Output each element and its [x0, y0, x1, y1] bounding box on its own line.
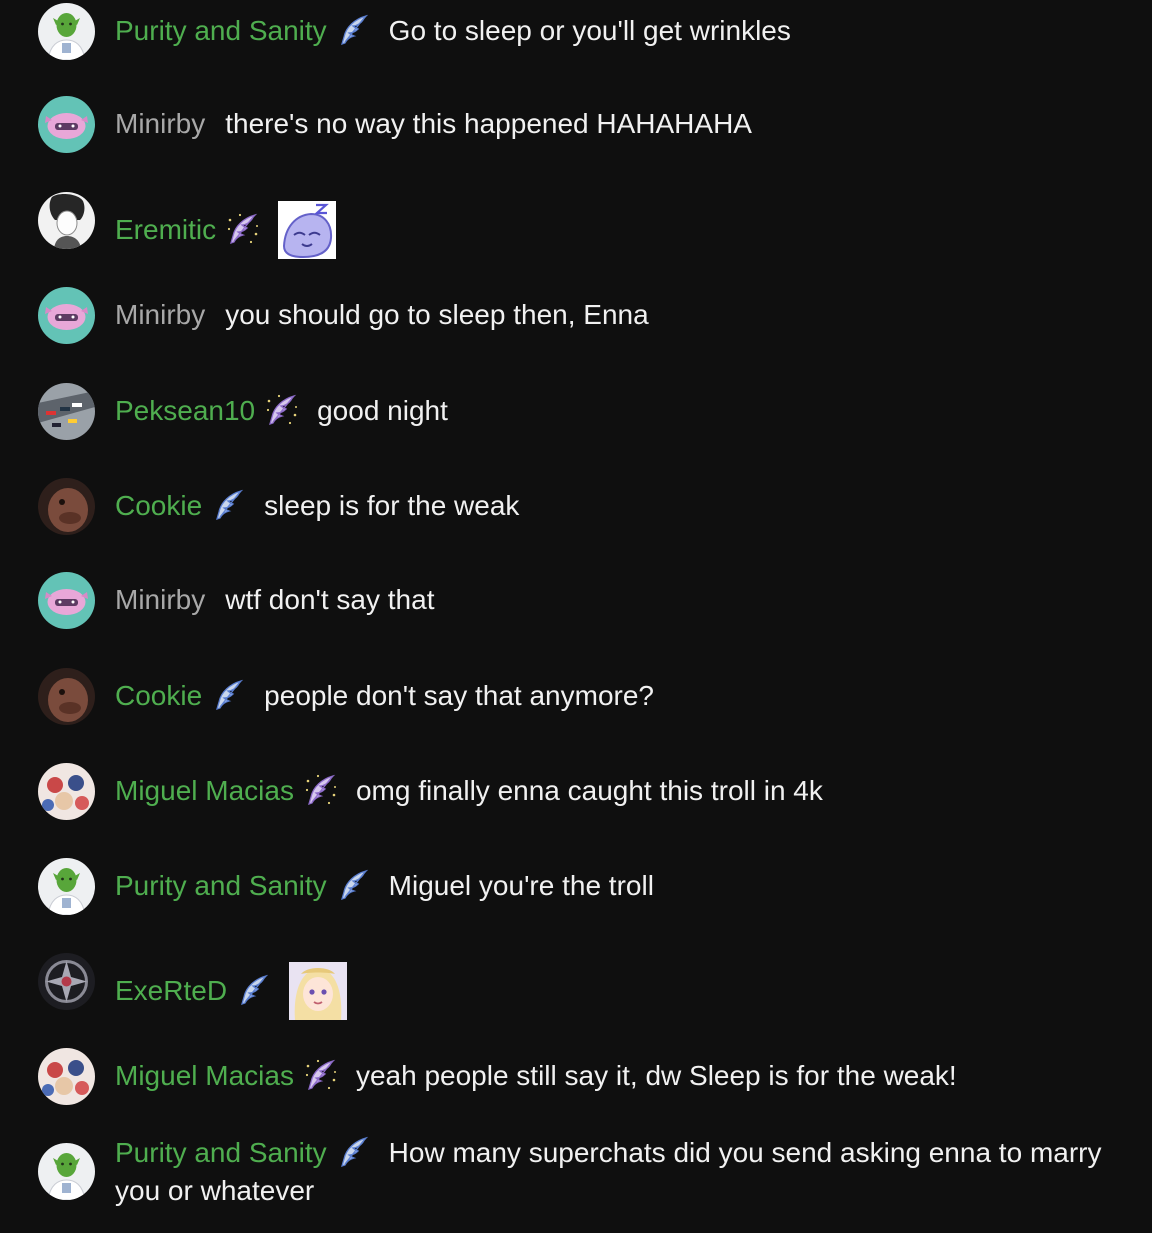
sleepy-emote [278, 201, 337, 259]
member-sparkle-feather-icon [304, 1058, 338, 1092]
member-feather-icon [337, 1135, 371, 1169]
green-character-avatar[interactable] [38, 1143, 95, 1200]
author-name[interactable]: Purity and Sanity [115, 870, 327, 901]
author-name[interactable]: Cookie [115, 680, 202, 711]
pink-axolotl-avatar[interactable] [38, 287, 95, 344]
manga-portrait-avatar[interactable] [38, 192, 95, 249]
author-name[interactable]: Purity and Sanity [115, 1137, 327, 1168]
dark-emblem-avatar[interactable] [38, 953, 95, 1010]
message-text: you should go to sleep then, Enna [225, 299, 649, 330]
chat-message[interactable]: Cookie people don't say that anymore? [38, 668, 1112, 725]
race-cars-avatar[interactable] [38, 383, 95, 440]
author-name[interactable]: Minirby [115, 584, 205, 615]
message-text: Miguel you're the troll [388, 870, 654, 901]
green-character-avatar[interactable] [38, 3, 95, 60]
chat-message[interactable]: Minirby there's no way this happened HAHA… [38, 96, 1112, 153]
author-name[interactable]: Minirby [115, 299, 205, 330]
message-text: there's no way this happened HAHAHAHA [225, 108, 752, 139]
chat-message[interactable]: Miguel Macias yeah people still say it, d… [38, 1048, 1112, 1105]
author-name[interactable]: Peksean10 [115, 395, 255, 426]
member-sparkle-feather-icon [226, 212, 260, 246]
author-name[interactable]: Cookie [115, 490, 202, 521]
author-name[interactable]: Eremitic [115, 214, 216, 245]
chat-message[interactable]: Eremitic [38, 192, 1112, 259]
chat-message[interactable]: Minirby wtf don't say that [38, 572, 1112, 629]
chat-message[interactable]: Cookie sleep is for the weak [38, 478, 1112, 535]
pink-axolotl-avatar[interactable] [38, 572, 95, 629]
blonde-girl-emote [289, 962, 348, 1020]
pink-axolotl-avatar[interactable] [38, 96, 95, 153]
author-name[interactable]: Purity and Sanity [115, 15, 327, 46]
anime-group-avatar[interactable] [38, 1048, 95, 1105]
message-text: people don't say that anymore? [264, 680, 654, 711]
chat-message[interactable]: Purity and Sanity Miguel you're the troll [38, 858, 1112, 915]
message-text: wtf don't say that [225, 584, 435, 615]
live-chat: Purity and Sanity Go to sleep or you'll g… [0, 0, 1152, 1233]
message-text: sleep is for the weak [264, 490, 520, 521]
author-name[interactable]: Miguel Macias [115, 1060, 294, 1091]
member-feather-icon [237, 973, 271, 1007]
member-sparkle-feather-icon [304, 773, 338, 807]
chat-message[interactable]: Purity and Sanity Go to sleep or you'll g… [38, 3, 1112, 60]
author-name[interactable]: ExeRteD [115, 975, 227, 1006]
chat-message[interactable]: ExeRteD [38, 953, 1112, 1020]
member-sparkle-feather-icon [265, 393, 299, 427]
message-text: omg finally enna caught this troll in 4k [355, 775, 823, 806]
author-name[interactable]: Miguel Macias [115, 775, 294, 806]
member-feather-icon [212, 488, 246, 522]
message-text: Go to sleep or you'll get wrinkles [388, 15, 791, 46]
member-feather-icon [337, 868, 371, 902]
chat-message[interactable]: Peksean10 good night [38, 383, 1112, 440]
member-feather-icon [212, 678, 246, 712]
green-character-avatar[interactable] [38, 858, 95, 915]
author-name[interactable]: Minirby [115, 108, 205, 139]
chat-message[interactable]: Minirby you should go to sleep then, Enna [38, 287, 1112, 344]
anime-group-avatar[interactable] [38, 763, 95, 820]
message-text: yeah people still say it, dw Sleep is fo… [355, 1060, 957, 1091]
chat-message[interactable]: Miguel Macias omg finally enna caught thi… [38, 763, 1112, 820]
brown-creature-avatar[interactable] [38, 668, 95, 725]
message-text: good night [317, 395, 448, 426]
member-feather-icon [337, 13, 371, 47]
chat-message[interactable]: Purity and Sanity How many superchats did… [38, 1134, 1112, 1219]
brown-creature-avatar[interactable] [38, 478, 95, 535]
